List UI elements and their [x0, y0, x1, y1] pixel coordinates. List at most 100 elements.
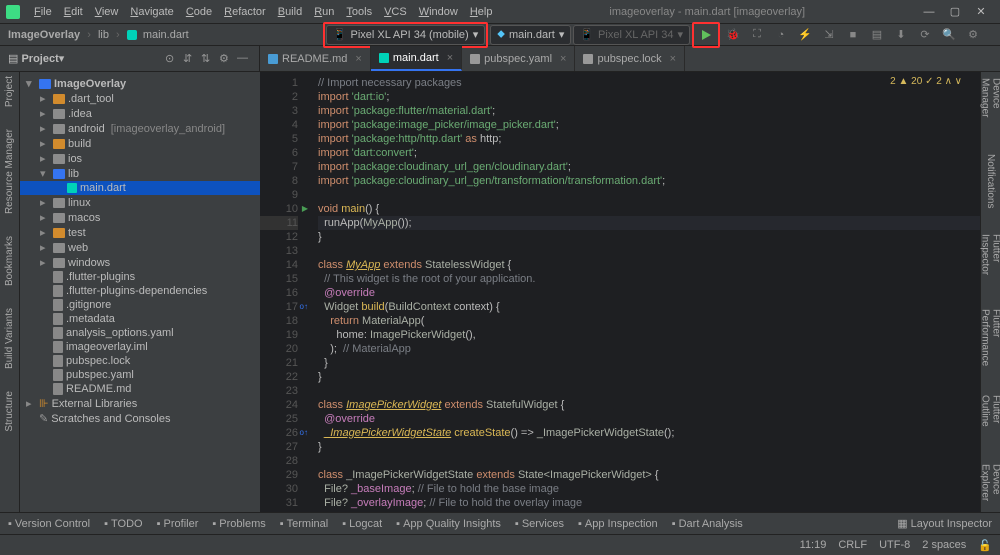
sync-button[interactable]: ⟳ — [914, 25, 936, 45]
line-ending[interactable]: CRLF — [838, 539, 867, 551]
code-line[interactable]: import 'package:http/http.dart' as http; — [318, 132, 980, 146]
bottom-tool-tab[interactable]: ▪Version Control — [8, 518, 90, 530]
code-line[interactable]: runApp(MyApp()); — [318, 216, 980, 230]
file-encoding[interactable]: UTF-8 — [879, 539, 910, 551]
bottom-tool-tab[interactable]: ▪Problems — [212, 518, 265, 530]
tree-item[interactable]: ▸linux — [20, 195, 260, 210]
tree-item[interactable]: .gitignore — [20, 298, 260, 312]
left-rail-tab[interactable]: Project — [4, 76, 15, 107]
left-rail-tab[interactable]: Build Variants — [4, 308, 15, 369]
attach-button[interactable]: ⇲ — [818, 25, 840, 45]
tree-arrow-icon[interactable]: ▸ — [40, 196, 50, 209]
sdk-button[interactable]: ⬇ — [890, 25, 912, 45]
tree-arrow-icon[interactable]: ▸ — [40, 137, 50, 150]
gutter-line[interactable]: 15 — [260, 272, 298, 286]
editor-tab[interactable]: pubspec.yaml× — [462, 46, 575, 71]
close-tab-icon[interactable]: × — [560, 53, 566, 65]
gutter-line[interactable]: 14 — [260, 258, 298, 272]
code-line[interactable]: return MaterialApp( — [318, 314, 980, 328]
code-line[interactable]: @override — [318, 412, 980, 426]
tree-arrow-icon[interactable]: ▾ — [26, 77, 36, 90]
search-everywhere-button[interactable]: 🔍 — [938, 25, 960, 45]
device-selector-dropdown[interactable]: 📱 Pixel XL API 34 (mobile) ▾ — [326, 25, 485, 45]
gutter-line[interactable]: 17o↑ — [260, 300, 298, 314]
hide-panel-icon[interactable]: — — [237, 52, 251, 66]
settings-button[interactable]: ⚙ — [962, 25, 984, 45]
run-target-dropdown[interactable]: 📱 Pixel XL API 34 ▾ — [573, 25, 690, 45]
bottom-tool-tab[interactable]: ▪Terminal — [280, 518, 328, 530]
layout-inspector-tab[interactable]: ▦Layout Inspector — [897, 517, 992, 530]
tree-item[interactable]: ▸macos — [20, 210, 260, 225]
tree-item[interactable]: ▸android[imageoverlay_android] — [20, 121, 260, 136]
gutter-line[interactable]: 18 — [260, 314, 298, 328]
code-line[interactable]: import 'package:flutter/material.dart'; — [318, 104, 980, 118]
tree-item[interactable]: ▸build — [20, 136, 260, 151]
code-line[interactable] — [318, 384, 980, 398]
debug-button[interactable]: 🐞 — [722, 25, 744, 45]
gutter-line[interactable]: 23 — [260, 384, 298, 398]
bottom-tool-tab[interactable]: ▪Dart Analysis — [672, 518, 743, 530]
editor-tab[interactable]: pubspec.lock× — [575, 46, 685, 71]
code-line[interactable]: home: ImagePickerWidget(), — [318, 328, 980, 342]
right-rail-tab[interactable]: Flutter Performance — [980, 309, 1000, 369]
breadcrumb-folder[interactable]: lib — [98, 29, 109, 41]
inspection-summary[interactable]: 2 ▲ 20 ✓ 2 ∧ ∨ — [890, 76, 962, 87]
gutter-line[interactable]: 10▶ — [260, 202, 298, 216]
editor-code[interactable]: // Import necessary packages import 'dart… — [304, 72, 980, 512]
tree-arrow-icon[interactable]: ▸ — [40, 107, 50, 120]
tree-arrow-icon[interactable]: ▸ — [40, 122, 50, 135]
gutter-line[interactable]: 5 — [260, 132, 298, 146]
menu-tools[interactable]: Tools — [340, 6, 378, 18]
gutter-line[interactable]: 9 — [260, 188, 298, 202]
code-line[interactable]: class ImagePickerWidget extends Stateful… — [318, 398, 980, 412]
close-tab-icon[interactable]: × — [670, 53, 676, 65]
menu-run[interactable]: Run — [308, 6, 340, 18]
code-line[interactable]: // Import necessary packages — [318, 76, 980, 90]
code-line[interactable]: @override — [318, 286, 980, 300]
tree-item[interactable]: main.dart — [20, 181, 260, 195]
tree-item[interactable]: ▸test — [20, 225, 260, 240]
tree-arrow-icon[interactable]: ▸ — [40, 92, 50, 105]
tree-item[interactable]: imageoverlay.iml — [20, 340, 260, 354]
tree-item[interactable]: ▸windows — [20, 255, 260, 270]
close-tab-icon[interactable]: × — [355, 53, 361, 65]
run-config-dropdown[interactable]: ⬥ main.dart ▾ — [490, 25, 571, 45]
tree-item[interactable]: ▸.dart_tool — [20, 91, 260, 106]
tree-item[interactable]: ▸⊪External Libraries — [20, 396, 260, 411]
tree-arrow-icon[interactable]: ▾ — [40, 167, 50, 180]
code-line[interactable]: import 'package:image_picker/image_picke… — [318, 118, 980, 132]
run-gutter-icon[interactable]: ▶ — [302, 202, 308, 216]
code-line[interactable] — [318, 244, 980, 258]
menu-file[interactable]: File — [28, 6, 58, 18]
gutter-line[interactable]: 2 — [260, 90, 298, 104]
code-line[interactable]: import 'package:cloudinary_url_gen/trans… — [318, 174, 980, 188]
tree-item[interactable]: .metadata — [20, 312, 260, 326]
tree-arrow-icon[interactable]: ▸ — [40, 241, 50, 254]
tree-arrow-icon[interactable]: ▸ — [40, 152, 50, 165]
collapse-icon[interactable]: ⇅ — [201, 52, 215, 66]
gutter-line[interactable]: 22 — [260, 370, 298, 384]
tree-arrow-icon[interactable]: ▸ — [40, 226, 50, 239]
code-line[interactable]: import 'dart:convert'; — [318, 146, 980, 160]
code-line[interactable]: } — [318, 440, 980, 454]
readonly-lock-icon[interactable]: 🔓 — [978, 539, 992, 552]
tree-item[interactable]: ▾lib — [20, 166, 260, 181]
bottom-tool-tab[interactable]: ▪App Quality Insights — [396, 518, 501, 530]
gutter-line[interactable]: 19 — [260, 328, 298, 342]
gutter-line[interactable]: 3 — [260, 104, 298, 118]
tree-item[interactable]: ✎Scratches and Consoles — [20, 411, 260, 426]
right-rail-tab[interactable]: Notifications — [985, 154, 996, 208]
gutter-line[interactable]: 13 — [260, 244, 298, 258]
menu-vcs[interactable]: VCS — [378, 6, 413, 18]
gutter-line[interactable]: 29 — [260, 468, 298, 482]
tree-arrow-icon[interactable]: ▸ — [40, 211, 50, 224]
tree-item[interactable]: pubspec.lock — [20, 354, 260, 368]
left-rail-tab[interactable]: Structure — [4, 391, 15, 432]
code-line[interactable]: class _ImagePickerWidgetState extends St… — [318, 468, 980, 482]
menu-view[interactable]: View — [89, 6, 125, 18]
tree-item[interactable]: ▸web — [20, 240, 260, 255]
code-line[interactable]: File? _baseImage; // File to hold the ba… — [318, 482, 980, 496]
gutter-line[interactable]: 28 — [260, 454, 298, 468]
tree-arrow-icon[interactable]: ▸ — [26, 397, 36, 410]
select-opened-icon[interactable]: ⊙ — [165, 52, 179, 66]
